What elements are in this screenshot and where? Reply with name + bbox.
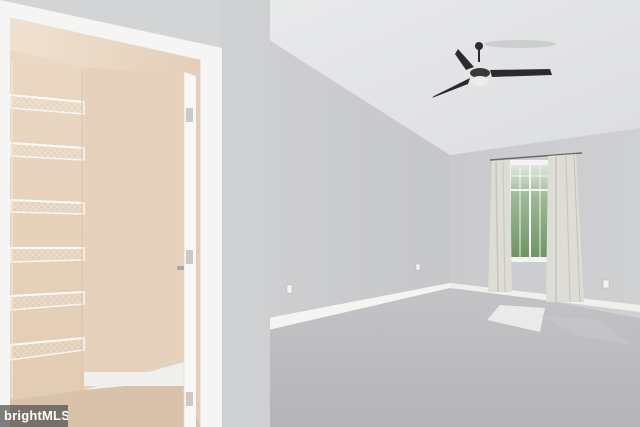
- curtain-left: [488, 160, 512, 292]
- door-hinge-icon: [186, 250, 193, 264]
- wire-shelf-icon: [9, 247, 85, 263]
- closet-door: [184, 72, 196, 427]
- brand-watermark: brightMLS: [0, 405, 68, 427]
- room-photo: brightMLS: [0, 0, 640, 427]
- door-hinge-icon: [186, 392, 193, 406]
- outlet-icon: [415, 263, 421, 271]
- outlet-icon: [602, 279, 610, 289]
- outlet-icon: [286, 284, 293, 294]
- wire-shelf-icon: [9, 199, 85, 215]
- room-photo-drawing: [0, 0, 640, 427]
- door-hinge-icon: [186, 108, 193, 122]
- door-latch: [177, 266, 184, 270]
